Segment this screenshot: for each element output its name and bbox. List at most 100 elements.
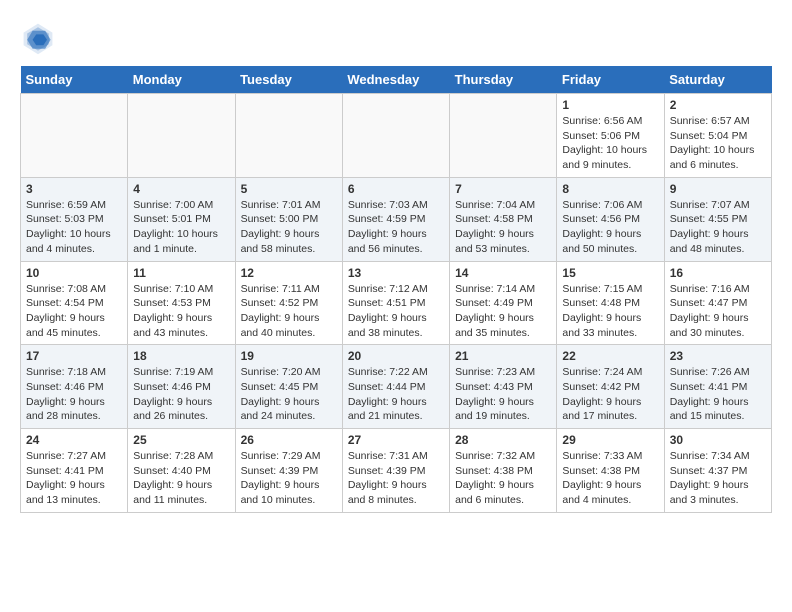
day-info: Sunrise: 7:11 AM Sunset: 4:52 PM Dayligh… (241, 282, 337, 341)
day-number: 4 (133, 182, 229, 196)
weekday-header: Monday (128, 66, 235, 94)
calendar-table: SundayMondayTuesdayWednesdayThursdayFrid… (20, 66, 772, 513)
day-number: 1 (562, 98, 658, 112)
weekday-header: Sunday (21, 66, 128, 94)
calendar-week: 17 Sunrise: 7:18 AM Sunset: 4:46 PM Dayli… (21, 345, 772, 429)
day-info: Sunrise: 7:08 AM Sunset: 4:54 PM Dayligh… (26, 282, 122, 341)
day-info: Sunrise: 7:00 AM Sunset: 5:01 PM Dayligh… (133, 198, 229, 257)
day-number: 13 (348, 266, 444, 280)
weekday-header: Saturday (664, 66, 771, 94)
day-number: 17 (26, 349, 122, 363)
calendar-day: 6 Sunrise: 7:03 AM Sunset: 4:59 PM Daylig… (342, 177, 449, 261)
calendar-day: 2 Sunrise: 6:57 AM Sunset: 5:04 PM Daylig… (664, 94, 771, 178)
calendar-day: 13 Sunrise: 7:12 AM Sunset: 4:51 PM Dayli… (342, 261, 449, 345)
day-info: Sunrise: 7:06 AM Sunset: 4:56 PM Dayligh… (562, 198, 658, 257)
calendar-day: 16 Sunrise: 7:16 AM Sunset: 4:47 PM Dayli… (664, 261, 771, 345)
day-info: Sunrise: 7:28 AM Sunset: 4:40 PM Dayligh… (133, 449, 229, 508)
day-number: 11 (133, 266, 229, 280)
calendar-day: 28 Sunrise: 7:32 AM Sunset: 4:38 PM Dayli… (450, 429, 557, 513)
calendar-day: 30Sunrise: 7:34 AM Sunset: 4:37 PM Dayli… (664, 429, 771, 513)
calendar-week: 10 Sunrise: 7:08 AM Sunset: 4:54 PM Dayli… (21, 261, 772, 345)
day-number: 25 (133, 433, 229, 447)
calendar-day: 18Sunrise: 7:19 AM Sunset: 4:46 PM Dayli… (128, 345, 235, 429)
day-info: Sunrise: 7:18 AM Sunset: 4:46 PM Dayligh… (26, 365, 122, 424)
calendar-day: 26Sunrise: 7:29 AM Sunset: 4:39 PM Dayli… (235, 429, 342, 513)
day-info: Sunrise: 6:59 AM Sunset: 5:03 PM Dayligh… (26, 198, 122, 257)
calendar-header: SundayMondayTuesdayWednesdayThursdayFrid… (21, 66, 772, 94)
day-number: 3 (26, 182, 122, 196)
calendar-day: 11 Sunrise: 7:10 AM Sunset: 4:53 PM Dayli… (128, 261, 235, 345)
day-info: Sunrise: 6:56 AM Sunset: 5:06 PM Dayligh… (562, 114, 658, 173)
calendar-day: 27 Sunrise: 7:31 AM Sunset: 4:39 PM Dayli… (342, 429, 449, 513)
day-info: Sunrise: 7:23 AM Sunset: 4:43 PM Dayligh… (455, 365, 551, 424)
calendar-day (450, 94, 557, 178)
calendar-day (342, 94, 449, 178)
logo (20, 20, 62, 56)
day-info: Sunrise: 7:20 AM Sunset: 4:45 PM Dayligh… (241, 365, 337, 424)
day-number: 16 (670, 266, 766, 280)
calendar-day: 29 Sunrise: 7:33 AM Sunset: 4:38 PM Dayli… (557, 429, 664, 513)
day-number: 21 (455, 349, 551, 363)
calendar-day: 1 Sunrise: 6:56 AM Sunset: 5:06 PM Daylig… (557, 94, 664, 178)
day-number: 10 (26, 266, 122, 280)
day-number: 22 (562, 349, 658, 363)
calendar-day (128, 94, 235, 178)
day-info: Sunrise: 7:27 AM Sunset: 4:41 PM Dayligh… (26, 449, 122, 508)
day-info: Sunrise: 7:04 AM Sunset: 4:58 PM Dayligh… (455, 198, 551, 257)
day-info: Sunrise: 7:10 AM Sunset: 4:53 PM Dayligh… (133, 282, 229, 341)
day-info: Sunrise: 7:33 AM Sunset: 4:38 PM Dayligh… (562, 449, 658, 508)
calendar-day: 12 Sunrise: 7:11 AM Sunset: 4:52 PM Dayli… (235, 261, 342, 345)
weekday-header: Tuesday (235, 66, 342, 94)
day-number: 6 (348, 182, 444, 196)
day-number: 27 (348, 433, 444, 447)
day-number: 23 (670, 349, 766, 363)
day-info: Sunrise: 7:34 AM Sunset: 4:37 PM Dayligh… (670, 449, 766, 508)
calendar-day: 14 Sunrise: 7:14 AM Sunset: 4:49 PM Dayli… (450, 261, 557, 345)
day-number: 9 (670, 182, 766, 196)
calendar-day: 9 Sunrise: 7:07 AM Sunset: 4:55 PM Daylig… (664, 177, 771, 261)
day-number: 14 (455, 266, 551, 280)
calendar-day: 21 Sunrise: 7:23 AM Sunset: 4:43 PM Dayli… (450, 345, 557, 429)
day-number: 7 (455, 182, 551, 196)
day-info: Sunrise: 7:32 AM Sunset: 4:38 PM Dayligh… (455, 449, 551, 508)
day-info: Sunrise: 7:14 AM Sunset: 4:49 PM Dayligh… (455, 282, 551, 341)
day-number: 12 (241, 266, 337, 280)
day-info: Sunrise: 7:15 AM Sunset: 4:48 PM Dayligh… (562, 282, 658, 341)
calendar-day: 15 Sunrise: 7:15 AM Sunset: 4:48 PM Dayli… (557, 261, 664, 345)
day-number: 5 (241, 182, 337, 196)
weekday-header: Friday (557, 66, 664, 94)
calendar-week: 1 Sunrise: 6:56 AM Sunset: 5:06 PM Daylig… (21, 94, 772, 178)
day-number: 20 (348, 349, 444, 363)
day-info: Sunrise: 6:57 AM Sunset: 5:04 PM Dayligh… (670, 114, 766, 173)
day-number: 29 (562, 433, 658, 447)
day-number: 19 (241, 349, 337, 363)
calendar-day: 5Sunrise: 7:01 AM Sunset: 5:00 PM Daylig… (235, 177, 342, 261)
weekday-header: Wednesday (342, 66, 449, 94)
day-info: Sunrise: 7:16 AM Sunset: 4:47 PM Dayligh… (670, 282, 766, 341)
calendar-week: 3 Sunrise: 6:59 AM Sunset: 5:03 PM Daylig… (21, 177, 772, 261)
day-info: Sunrise: 7:03 AM Sunset: 4:59 PM Dayligh… (348, 198, 444, 257)
day-info: Sunrise: 7:19 AM Sunset: 4:46 PM Dayligh… (133, 365, 229, 424)
calendar-day: 25 Sunrise: 7:28 AM Sunset: 4:40 PM Dayli… (128, 429, 235, 513)
day-info: Sunrise: 7:12 AM Sunset: 4:51 PM Dayligh… (348, 282, 444, 341)
calendar-day: 19 Sunrise: 7:20 AM Sunset: 4:45 PM Dayli… (235, 345, 342, 429)
calendar-day: 22Sunrise: 7:24 AM Sunset: 4:42 PM Dayli… (557, 345, 664, 429)
logo-icon (20, 20, 56, 56)
day-number: 2 (670, 98, 766, 112)
day-info: Sunrise: 7:31 AM Sunset: 4:39 PM Dayligh… (348, 449, 444, 508)
weekday-header: Thursday (450, 66, 557, 94)
day-number: 15 (562, 266, 658, 280)
calendar-day: 8Sunrise: 7:06 AM Sunset: 4:56 PM Daylig… (557, 177, 664, 261)
calendar-day: 3 Sunrise: 6:59 AM Sunset: 5:03 PM Daylig… (21, 177, 128, 261)
calendar-day: 4 Sunrise: 7:00 AM Sunset: 5:01 PM Daylig… (128, 177, 235, 261)
calendar-day (21, 94, 128, 178)
calendar-day: 17 Sunrise: 7:18 AM Sunset: 4:46 PM Dayli… (21, 345, 128, 429)
calendar-day: 20 Sunrise: 7:22 AM Sunset: 4:44 PM Dayli… (342, 345, 449, 429)
day-info: Sunrise: 7:07 AM Sunset: 4:55 PM Dayligh… (670, 198, 766, 257)
day-number: 28 (455, 433, 551, 447)
calendar-day: 7 Sunrise: 7:04 AM Sunset: 4:58 PM Daylig… (450, 177, 557, 261)
day-info: Sunrise: 7:22 AM Sunset: 4:44 PM Dayligh… (348, 365, 444, 424)
day-info: Sunrise: 7:29 AM Sunset: 4:39 PM Dayligh… (241, 449, 337, 508)
calendar-week: 24Sunrise: 7:27 AM Sunset: 4:41 PM Dayli… (21, 429, 772, 513)
calendar-day: 24Sunrise: 7:27 AM Sunset: 4:41 PM Dayli… (21, 429, 128, 513)
